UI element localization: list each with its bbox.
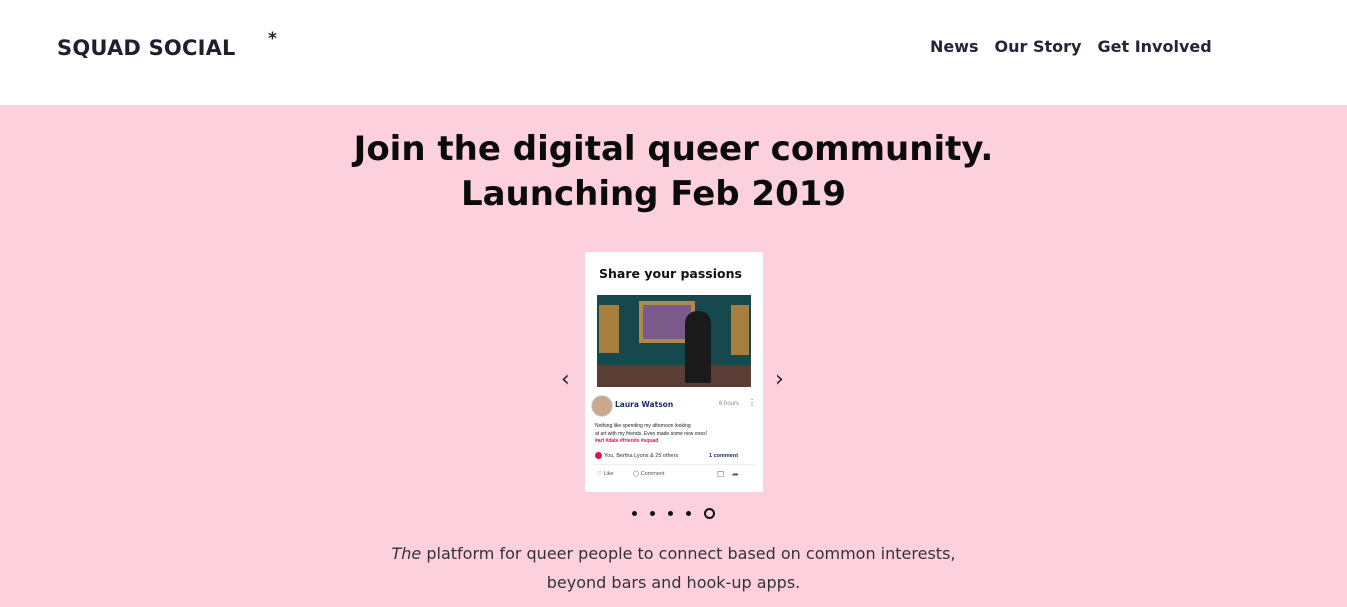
avatar [591, 395, 613, 417]
post-author: Laura Watson 6 hours ⋮ [591, 395, 757, 417]
gallery-photo [597, 295, 751, 387]
share-icon: ➦ [732, 470, 739, 479]
bookmark-icon: ☐ [717, 470, 725, 479]
tagline: The platform for queer people to connect… [391, 544, 956, 592]
nav-news[interactable]: News [930, 37, 979, 56]
carousel-dot-active[interactable] [704, 508, 715, 519]
carousel-slide-card: Share your passions Laura Watson 6 hours… [585, 252, 763, 492]
logo[interactable]: SQUAD SOCIAL [57, 36, 236, 60]
likes-summary: You, Bertha Lyons & 25 others [595, 452, 678, 459]
post-actions: ♡ Like ◯ Comment ☐ ➦ [597, 470, 747, 481]
main-nav: News Our Story Get Involved [930, 37, 1212, 56]
author-name: Laura Watson [615, 400, 674, 409]
chevron-right-icon[interactable]: › [775, 369, 784, 391]
chevron-left-icon[interactable]: ‹ [561, 369, 570, 391]
post-text: Nothing like spending my afternoon looki… [595, 423, 707, 437]
hero-section: Join the digital queer community. Launch… [0, 105, 1347, 607]
carousel-dot[interactable] [668, 511, 673, 516]
carousel-dots [632, 508, 715, 519]
hero-headline: Join the digital queer community. Launch… [0, 127, 1347, 217]
headline-line-2: Launching Feb 2019 [460, 174, 847, 214]
comment-action: ◯ Comment [633, 471, 665, 477]
headline-line-1: Join the digital queer community. [353, 129, 994, 169]
like-action: ♡ Like [597, 471, 614, 477]
nav-get-involved[interactable]: Get Involved [1097, 37, 1211, 56]
carousel-dot[interactable] [632, 511, 637, 516]
post-time: 6 hours [719, 401, 740, 407]
site-header: SQUAD SOCIAL * News Our Story Get Involv… [0, 0, 1347, 105]
carousel-dot[interactable] [686, 511, 691, 516]
carousel-dot[interactable] [650, 511, 655, 516]
post-tags: #art #date #friends #squad [595, 438, 659, 444]
divider [593, 464, 755, 465]
card-title: Share your passions [599, 266, 742, 281]
heart-icon [595, 452, 602, 459]
nav-our-story[interactable]: Our Story [995, 37, 1082, 56]
logo-asterisk-icon: * [268, 29, 277, 49]
comment-count: 1 comment [709, 453, 739, 459]
more-vertical-icon: ⋮ [748, 398, 756, 407]
